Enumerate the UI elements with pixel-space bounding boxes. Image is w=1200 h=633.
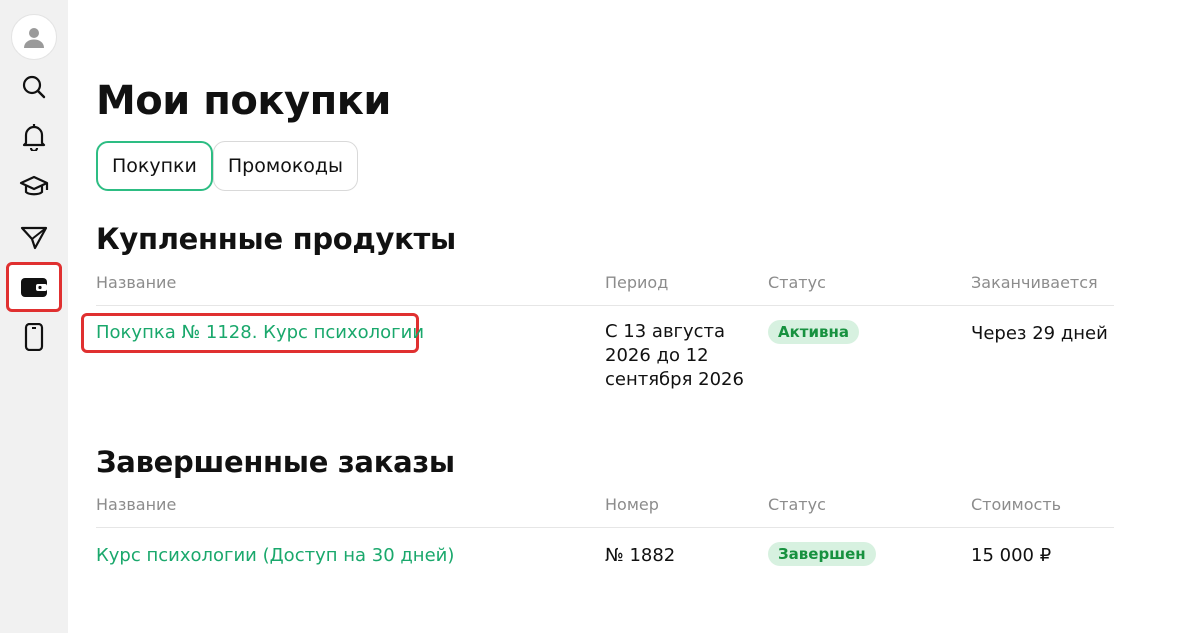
avatar[interactable] [11, 14, 57, 60]
purchase-period-line: сентября 2026 [605, 369, 744, 390]
order-cost: 15 000 ₽ [971, 545, 1052, 566]
sidebar-item-purchases[interactable] [6, 262, 62, 312]
table-divider [96, 305, 1114, 306]
order-number: № 1882 [605, 545, 676, 566]
column-header-number: Номер [605, 495, 659, 514]
column-header-name: Название [96, 273, 177, 292]
tabs: Покупки Промокоды [96, 141, 359, 191]
completed-orders-title: Завершенные заказы [96, 445, 455, 479]
column-header-period: Период [605, 273, 669, 292]
column-header-ends: Заканчивается [971, 273, 1098, 292]
purchase-ends: Через 29 дней [971, 323, 1108, 344]
graduation-cap-icon [19, 175, 49, 196]
status-badge: Завершен [768, 542, 876, 566]
user-icon [24, 28, 44, 48]
purchase-period: С 13 августа 2026 до 12 сентября 2026 [605, 320, 755, 392]
order-link[interactable]: Курс психологии (Доступ на 30 дней) [96, 544, 454, 568]
purchase-link[interactable]: Покупка № 1128. Курс психологии [96, 321, 424, 345]
page-title: Мои покупки [96, 78, 391, 124]
sidebar-item-search[interactable] [10, 65, 58, 109]
sidebar [0, 0, 68, 633]
search-icon [22, 75, 46, 99]
purchased-products-title: Купленные продукты [96, 222, 456, 256]
wallet-icon [21, 278, 47, 297]
sidebar-item-courses[interactable] [10, 165, 58, 209]
status-badge: Активна [768, 320, 859, 344]
tab-promocodes[interactable]: Промокоды [212, 141, 359, 191]
bell-icon [22, 124, 46, 151]
tab-purchases[interactable]: Покупки [96, 141, 213, 191]
purchase-period-line: С 13 августа [605, 321, 726, 342]
purchase-period-line: 2026 до 12 [605, 345, 709, 366]
column-header-status: Статус [768, 495, 826, 514]
column-header-status: Статус [768, 273, 826, 292]
send-icon [20, 226, 48, 250]
sidebar-item-messages[interactable] [10, 215, 58, 259]
phone-icon [24, 323, 44, 351]
table-divider [96, 527, 1114, 528]
column-header-cost: Стоимость [971, 495, 1062, 514]
column-header-name: Название [96, 495, 177, 514]
sidebar-item-mobile-app[interactable] [10, 315, 58, 359]
sidebar-item-notifications[interactable] [10, 115, 58, 159]
